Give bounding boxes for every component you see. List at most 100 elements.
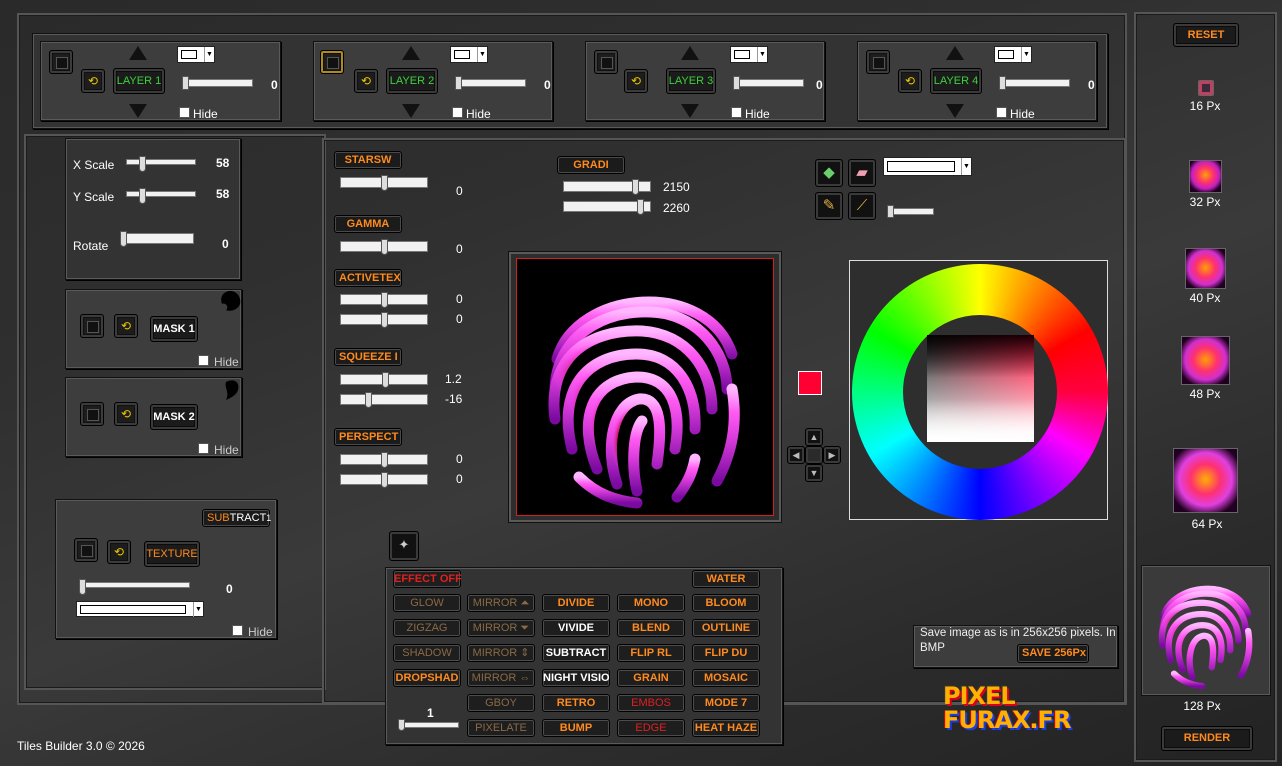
effect-mirror-vertical-button[interactable]: MIRROR ⇕ [467,644,535,662]
color-picker[interactable] [849,260,1108,520]
effect-water-button[interactable]: WATER [692,570,760,588]
center-pad[interactable] [805,446,823,464]
slider-thumb[interactable] [887,205,894,218]
filter-slider[interactable] [340,472,428,488]
reset-button[interactable]: RESET [1173,23,1239,47]
undo-icon[interactable]: ⟲ [354,69,378,93]
slider-thumb[interactable] [455,76,462,90]
xscale-slider[interactable] [126,156,196,172]
effect-retro-button[interactable]: RETRO [542,694,610,712]
filter-label-button[interactable]: GAMMA [334,215,402,233]
filter-label-button[interactable]: SQUEEZE I [334,348,402,366]
slider-thumb[interactable] [381,472,388,488]
fill-bucket-icon[interactable]: ◆ [815,159,843,187]
effect-pixelate-button[interactable]: PIXELATE [467,719,535,737]
undo-icon[interactable]: ⟲ [107,540,131,564]
undo-icon[interactable]: ⟲ [114,314,138,338]
line-tool-icon[interactable]: ⟋ [848,192,876,220]
main-canvas[interactable] [516,258,774,516]
layer-move-down-arrow-icon[interactable] [402,104,420,118]
yscale-slider[interactable] [126,188,196,204]
save-256px-button[interactable]: SAVE 256Px [1017,644,1089,663]
rotate-slider[interactable] [120,231,194,247]
arrow-up-icon[interactable]: ▲ [805,428,823,446]
layer-opacity-slider[interactable] [733,76,804,90]
slider-thumb[interactable] [182,76,189,90]
layer-opacity-slider[interactable] [182,76,253,90]
layer-move-up-arrow-icon[interactable] [129,46,147,60]
filter-slider[interactable] [340,175,428,191]
mask-hide-checkbox[interactable] [198,443,209,454]
mask-visibility-button[interactable] [80,314,104,338]
undo-icon[interactable]: ⟲ [81,69,105,93]
mask-hide-checkbox[interactable] [198,355,209,366]
mask-visibility-button[interactable] [80,402,104,426]
layer-blend-dropdown[interactable]: ▼ [994,46,1032,63]
slider-thumb[interactable] [120,231,127,247]
layer-select-button[interactable]: LAYER 2 [386,68,438,94]
layer-visibility-button[interactable] [594,50,618,74]
effect-mirror-down-button[interactable]: MIRROR ⏷ [467,619,535,637]
effect-mirror-horizontal-button[interactable]: MIRROR ⇔ [467,669,535,687]
effect-flip-rl-button[interactable]: FLIP RL [617,644,685,662]
selected-color-swatch[interactable] [798,371,822,395]
layer-move-down-arrow-icon[interactable] [681,104,699,118]
effect-mono-button[interactable]: MONO [617,594,685,612]
preview-thumb[interactable] [1185,248,1226,289]
slider-thumb[interactable] [381,292,388,308]
effect-vivide-button[interactable]: VIVIDE [542,619,610,637]
filter-label-button[interactable]: PERSPECT [334,428,402,446]
texture-visibility-button[interactable] [74,538,98,562]
slider-thumb[interactable] [139,188,146,204]
effect-bloom-button[interactable]: BLOOM [692,594,760,612]
effect-mosaic-button[interactable]: MOSAIC [692,669,760,687]
filter-slider[interactable] [340,239,428,255]
effect-flip-du-button[interactable]: FLIP DU [692,644,760,662]
undo-icon[interactable]: ⟲ [114,402,138,426]
effect-zigzag-button[interactable]: ZIGZAG [393,619,461,637]
effect-bump-button[interactable]: BUMP [542,719,610,737]
effect-mirror-up-button[interactable]: MIRROR ⏶ [467,594,535,612]
arrow-down-icon[interactable]: ▼ [805,464,823,482]
preview-thumb[interactable] [1181,336,1230,385]
eraser-icon[interactable]: ▰ [848,159,876,187]
layer-move-up-arrow-icon[interactable] [681,46,699,60]
effect-gboy-button[interactable]: GBOY [467,694,535,712]
slider-thumb[interactable] [381,312,388,328]
gradient-slider-1[interactable] [563,179,651,195]
preview-thumb[interactable] [1144,568,1268,692]
slider-thumb[interactable] [381,175,388,191]
layer-visibility-button[interactable] [866,50,890,74]
layer-move-up-arrow-icon[interactable] [946,46,964,60]
preview-thumb[interactable] [1189,160,1222,193]
slider-thumb[interactable] [637,199,644,215]
gradient-slider-2[interactable] [563,199,651,215]
render-button[interactable]: RENDER [1161,726,1253,751]
filter-slider[interactable] [340,452,428,468]
pencil-icon[interactable]: ✎ [815,192,843,220]
layer-hide-checkbox[interactable] [179,107,190,118]
filter-slider[interactable] [340,392,428,408]
texture-dropdown[interactable]: ▼ [76,601,204,617]
saturation-square[interactable] [927,335,1034,442]
gradient-label-button[interactable]: GRADI [557,156,625,174]
slider-thumb[interactable] [381,239,388,255]
mask-select-button[interactable]: MASK 1 [150,316,198,342]
filter-label-button[interactable]: STARSW [334,151,402,169]
layer-blend-dropdown[interactable]: ▼ [450,46,488,63]
effect-off-button[interactable]: EFFECT OFF [393,570,462,588]
texture-select-button[interactable]: TEXTURE [144,541,200,567]
filter-label-button[interactable]: ACTIVETEX [334,269,402,287]
slider-thumb[interactable] [398,719,405,731]
effect-glow-button[interactable]: GLOW [393,594,461,612]
mask-select-button[interactable]: MASK 2 [150,404,198,430]
effect-outline-button[interactable]: OUTLINE [692,619,760,637]
magic-wand-icon[interactable]: ✦ [389,531,419,561]
effect-subtract-button[interactable]: SUBTRACT [542,644,610,662]
texture-slider[interactable] [79,579,190,595]
layer-hide-checkbox[interactable] [996,107,1007,118]
layer-opacity-slider[interactable] [455,76,526,90]
effect-shadow-button[interactable]: SHADOW [393,644,461,662]
slider-thumb[interactable] [365,392,372,408]
slider-thumb[interactable] [139,156,146,172]
